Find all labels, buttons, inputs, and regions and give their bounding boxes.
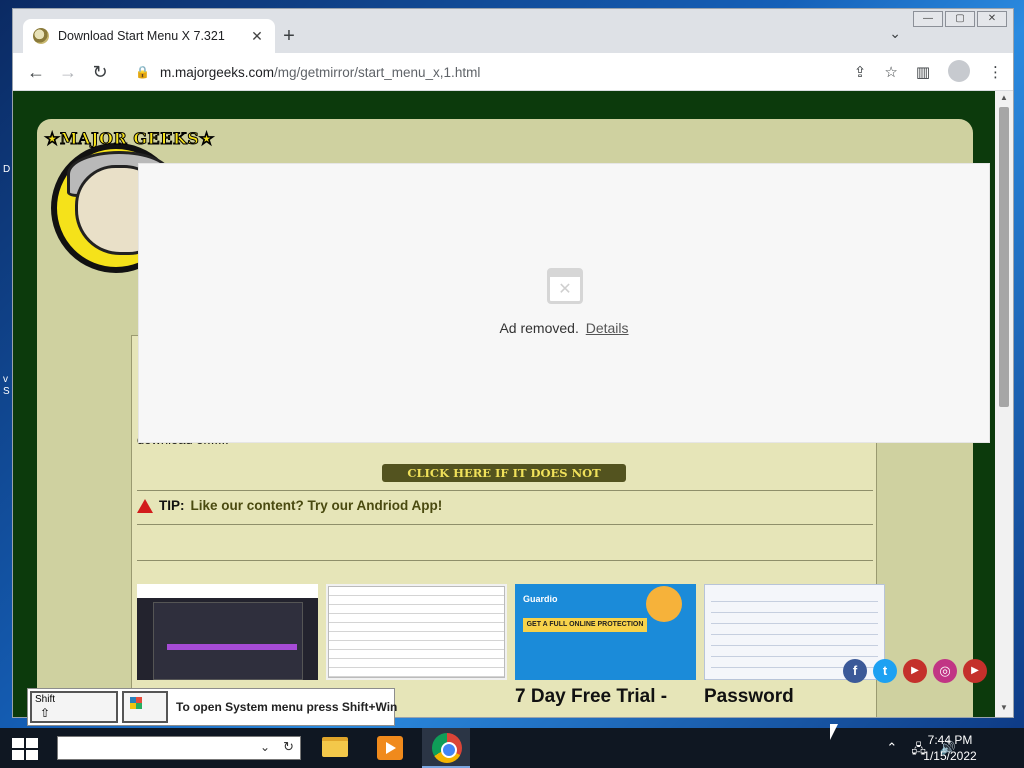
windows-flag-icon <box>130 697 142 709</box>
scroll-down-arrow-icon[interactable]: ▼ <box>995 703 1013 717</box>
social-links: f t ▶ ◎ ▶ <box>843 659 987 683</box>
close-tab-icon[interactable]: ✕ <box>249 28 265 45</box>
share-icon[interactable]: ⇪ <box>854 63 867 85</box>
clock-time: 7:44 PM <box>927 733 973 747</box>
thumb-promo: GET A FULL ONLINE PROTECTION <box>523 618 647 632</box>
article-title[interactable]: Password <box>704 686 885 708</box>
windows-logo-icon <box>12 738 24 748</box>
taskbar-file-explorer[interactable] <box>310 728 358 768</box>
toolbar-actions: ⇪ ☆ ▥ ⋮ <box>854 60 1003 85</box>
address-url: m.majorgeeks.com/mg/getmirror/start_menu… <box>160 65 480 80</box>
mouse-cursor-icon <box>830 724 838 740</box>
chevron-down-icon[interactable]: ⌄ <box>260 740 270 754</box>
sidepanel-icon[interactable]: ▥ <box>916 63 930 85</box>
start-button[interactable] <box>12 738 40 760</box>
system-menu-hint: Shift ⇧ To open System menu press Shift+… <box>27 688 398 726</box>
thumbnail-guardio[interactable]: Guardio GET A FULL ONLINE PROTECTION <box>515 584 696 680</box>
article-title[interactable]: 7 Day Free Trial - <box>515 686 696 708</box>
ad-removed-overlay: ✕ Ad removed. Details <box>138 163 990 443</box>
tip-row: TIP: Like our content? Try our Andriod A… <box>137 498 442 513</box>
tip-label: TIP: <box>159 498 185 513</box>
desktop-label: v <box>3 374 8 385</box>
taskbar-search-input[interactable]: ⌄ ↻ <box>57 736 301 760</box>
divider <box>137 560 873 561</box>
clock-date: 1/15/2022 <box>923 749 977 763</box>
ad-removed-message: Ad removed. Details <box>139 320 989 336</box>
url-host: m.majorgeeks.com <box>159 64 274 80</box>
url-path: /mg/getmirror/start_menu_x,1.html <box>274 64 481 80</box>
youtube-icon[interactable]: ▶ <box>963 659 987 683</box>
bookmark-star-icon[interactable]: ☆ <box>884 63 897 85</box>
divider <box>137 490 873 491</box>
broken-image-icon: ✕ <box>547 268 583 304</box>
tab-start-menu-x[interactable]: Download Start Menu X 7.321 ✕ <box>23 19 275 53</box>
address-bar[interactable]: 🔒 m.majorgeeks.com/mg/getmirror/start_me… <box>125 57 893 87</box>
close-window-button[interactable]: ✕ <box>977 11 1007 27</box>
menu-icon[interactable]: ⋮ <box>988 63 1003 85</box>
taskbar-clock[interactable]: 7:44 PM 1/15/2022 <box>922 732 978 764</box>
thumb-highlight <box>167 644 297 650</box>
minimize-button[interactable]: — <box>913 11 943 27</box>
twitter-icon[interactable]: t <box>873 659 897 683</box>
maximize-button[interactable]: ▢ <box>945 11 975 27</box>
shift-key: Shift ⇧ <box>30 691 118 723</box>
taskbar-chrome[interactable] <box>422 728 470 768</box>
logo-text: ★MAJOR GEEKS★ <box>44 129 215 149</box>
windows-key <box>122 691 168 723</box>
instagram-icon[interactable]: ◎ <box>933 659 957 683</box>
windows-logo-icon <box>26 750 38 760</box>
ad-removed-text: Ad removed. <box>499 320 579 336</box>
folder-icon <box>322 737 348 757</box>
reload-button[interactable]: ↻ <box>87 59 113 85</box>
up-chevron-icon[interactable]: ⌃ <box>886 740 897 762</box>
article-thumbnails: Guardio GET A FULL ONLINE PROTECTION <box>137 584 885 680</box>
tip-app-link[interactable]: Like our content? Try our Andriod App! <box>191 498 443 513</box>
new-tab-button[interactable]: + <box>275 23 303 51</box>
warning-icon <box>137 498 153 513</box>
taskbar: ⌄ ↻ ⌃ 🖧 🔊 7:44 PM 1/15/2022 <box>0 728 1024 768</box>
majorgeeks-favicon-icon <box>33 28 49 44</box>
lock-icon[interactable]: 🔒 <box>135 65 150 79</box>
youtube-icon[interactable]: ▶ <box>903 659 927 683</box>
browser-window: Download Start Menu X 7.321 ✕ + ⌄ — ▢ ✕ … <box>12 8 1014 718</box>
scroll-thumb[interactable] <box>999 107 1009 407</box>
back-button[interactable]: ← <box>23 59 49 85</box>
chrome-icon <box>432 733 462 763</box>
window-controls: — ▢ ✕ <box>913 11 1007 27</box>
forward-button[interactable]: → <box>55 59 81 85</box>
profile-icon[interactable] <box>948 60 970 82</box>
browser-toolbar: ← → ↻ 🔒 m.majorgeeks.com/mg/getmirror/st… <box>13 53 1013 91</box>
thumb-brand: Guardio <box>523 594 558 604</box>
thumbnail-tweaker[interactable] <box>326 584 507 680</box>
tab-strip: Download Start Menu X 7.321 ✕ + ⌄ — ▢ ✕ <box>13 9 1013 53</box>
facebook-icon[interactable]: f <box>843 659 867 683</box>
shift-key-label: Shift <box>35 694 56 705</box>
scroll-up-arrow-icon[interactable]: ▲ <box>995 93 1013 107</box>
media-player-icon <box>377 736 403 760</box>
windows-logo-icon <box>12 750 24 760</box>
refresh-icon[interactable]: ↻ <box>283 739 294 755</box>
thumb-settings-grid <box>328 586 505 678</box>
desktop-label: S <box>3 386 10 397</box>
click-here-button[interactable]: CLICK HERE IF IT DOES NOT <box>382 464 626 482</box>
thumbnail-dark-app[interactable] <box>137 584 318 680</box>
thumb-circle <box>646 586 682 622</box>
hint-text: To open System menu press Shift+Win <box>176 700 398 714</box>
tab-title: Download Start Menu X 7.321 <box>58 29 225 43</box>
shift-arrow-icon: ⇧ <box>40 706 51 720</box>
page-viewport: ★MAJOR GEEKS★ download or...... CLICK HE… <box>13 91 997 717</box>
thumb-window <box>153 602 303 680</box>
desktop-label: D <box>3 164 11 175</box>
ad-details-link[interactable]: Details <box>586 320 629 336</box>
page-scrollbar[interactable]: ▲ ▼ <box>995 91 1013 717</box>
windows-logo-icon <box>26 738 38 748</box>
divider <box>137 524 873 525</box>
taskbar-media-player[interactable] <box>366 728 414 768</box>
tab-search-chevron-icon[interactable]: ⌄ <box>889 25 901 42</box>
